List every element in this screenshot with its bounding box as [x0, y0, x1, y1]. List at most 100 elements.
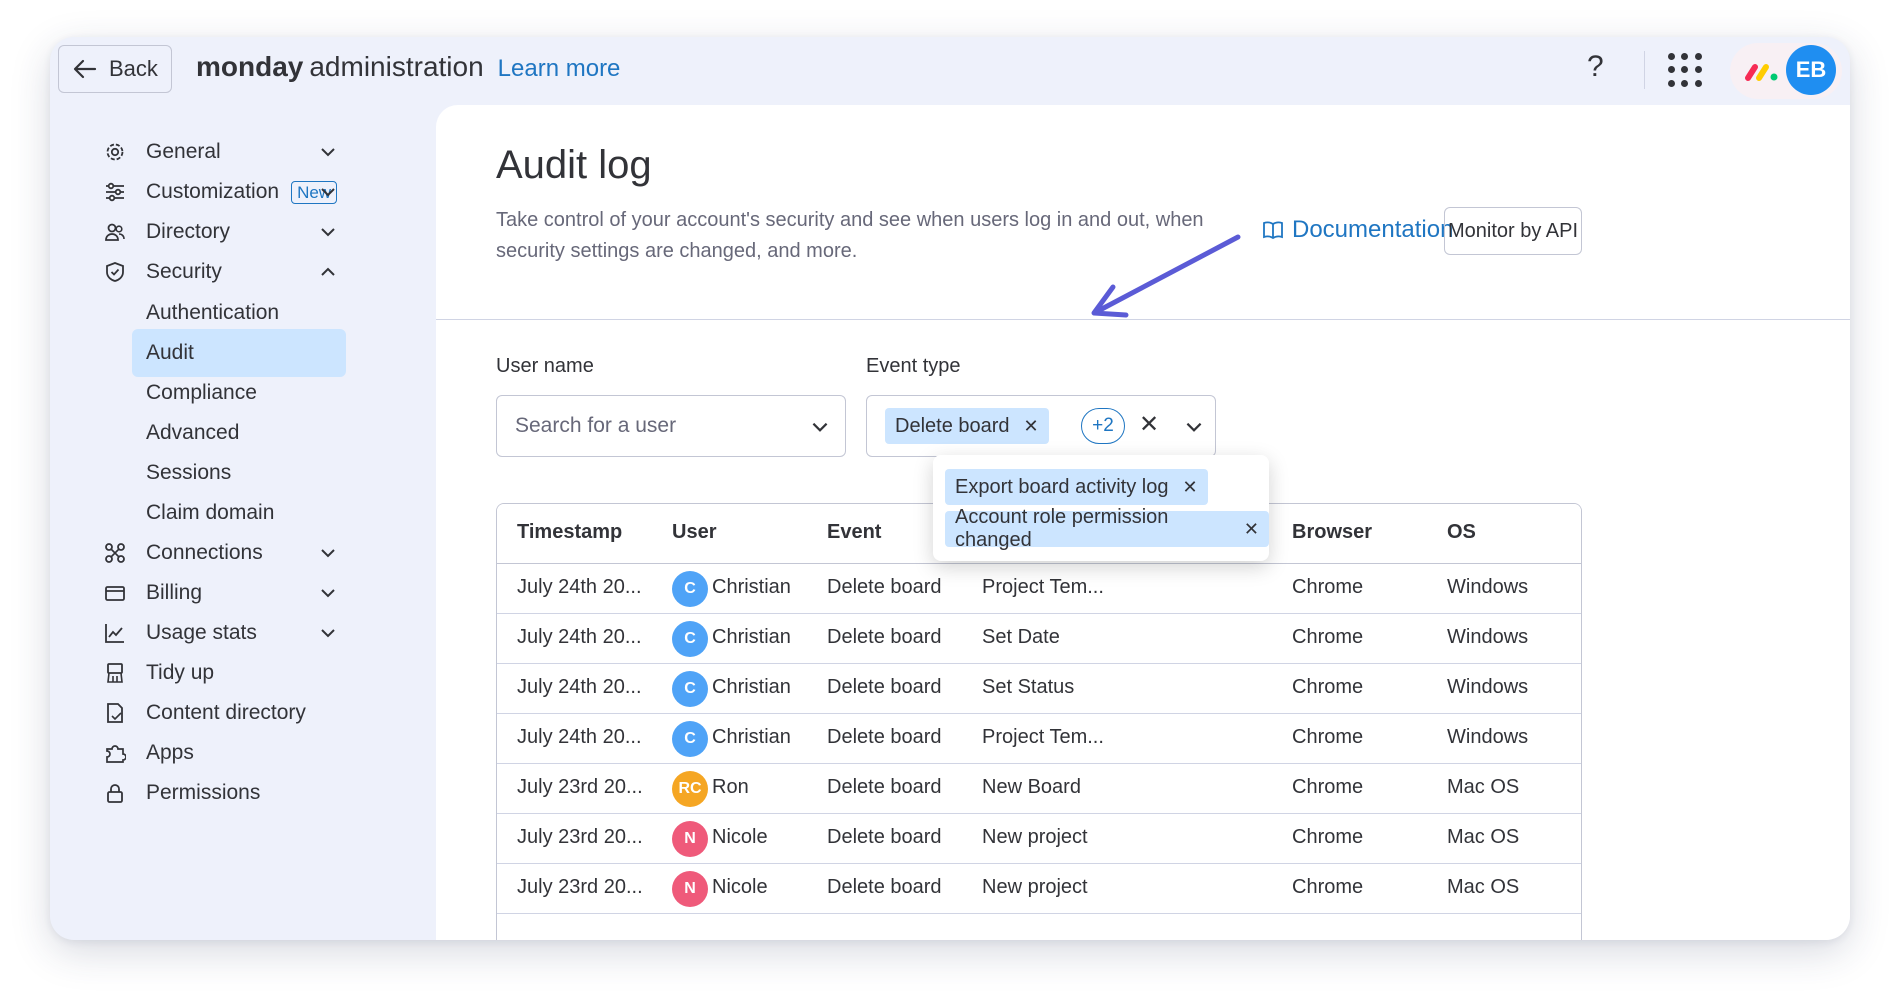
- column-header[interactable]: User: [672, 521, 716, 544]
- credit-card-icon: [105, 586, 125, 601]
- customization-label: Customization: [146, 180, 280, 203]
- event-chip-label: Delete board: [895, 414, 1010, 437]
- dropdown-chip[interactable]: Account role permission changed ✕: [945, 506, 1269, 551]
- back-label: Back: [109, 56, 158, 81]
- document-icon: [107, 703, 123, 723]
- browser-cell: Chrome: [1292, 826, 1364, 848]
- user-avatar: C: [672, 621, 708, 657]
- arrow-left-icon: [73, 59, 97, 79]
- main-panel: Audit log Take control of your account's…: [436, 105, 1850, 940]
- back-button[interactable]: Back: [58, 45, 172, 93]
- event-cell: Delete board: [827, 826, 942, 848]
- dropdown-chip[interactable]: Export board activity log ✕: [945, 469, 1208, 505]
- chevron-up-icon: [321, 267, 335, 276]
- more-chips-counter[interactable]: +2: [1081, 408, 1125, 444]
- sidebar-item-label: Apps: [146, 741, 194, 764]
- brand-title: monday administration Learn more: [196, 51, 620, 83]
- target-cell: New project: [982, 826, 1088, 848]
- browser-cell: Chrome: [1292, 876, 1364, 898]
- os-cell: Mac OS: [1447, 826, 1520, 848]
- help-icon[interactable]: ?: [1587, 50, 1604, 84]
- browser-cell: Chrome: [1292, 726, 1364, 748]
- divider: [1644, 51, 1645, 89]
- event-cell: Delete board: [827, 626, 942, 648]
- sliders-icon: [106, 182, 124, 202]
- chevron-down-icon: [812, 422, 828, 432]
- column-header[interactable]: Browser: [1292, 521, 1372, 544]
- event-cell: Delete board: [827, 776, 942, 798]
- os-cell: Windows: [1447, 676, 1529, 698]
- puzzle-icon: [106, 745, 126, 763]
- monitor-by-api-button[interactable]: Monitor by API: [1444, 207, 1582, 255]
- table-row[interactable]: July 24th 20... C Christian Delete board Pro…: [497, 564, 1581, 614]
- table-row[interactable]: July 24th 20... C Christian Delete board Set…: [497, 614, 1581, 664]
- user-avatar[interactable]: EB: [1786, 45, 1836, 95]
- column-header[interactable]: Event: [827, 521, 881, 544]
- brand-bold: monday: [196, 51, 304, 82]
- monday-logo-icon: [1745, 64, 1778, 81]
- connections-icon: [105, 543, 125, 563]
- table-row[interactable]: July 23rd 20... N Nicole Delete board New pr…: [497, 814, 1581, 864]
- target-cell: Project Tem...: [982, 576, 1104, 598]
- event-cell: Delete board: [827, 676, 942, 698]
- browser-cell: Chrome: [1292, 676, 1364, 698]
- chevron-down-icon: [321, 188, 335, 197]
- chevron-down-icon: [321, 629, 335, 638]
- event-cell: Delete board: [827, 726, 942, 748]
- target-cell: New project: [982, 876, 1088, 898]
- sidebar-item-permissions[interactable]: Permissions: [64, 770, 364, 816]
- sidebar-item-label: Customization New: [146, 180, 338, 204]
- chevron-down-icon: [321, 589, 335, 598]
- sidebar-item-label: Content directory: [146, 701, 306, 724]
- timestamp-cell: July 23rd 20...: [517, 876, 643, 898]
- sidebar-item-label: Billing: [146, 581, 203, 604]
- sidebar-item-label: General: [146, 140, 221, 163]
- learn-more-link[interactable]: Learn more: [498, 55, 621, 83]
- remove-chip-icon[interactable]: ✕: [1182, 477, 1197, 498]
- user-cell: Christian: [712, 626, 791, 648]
- remove-chip-icon[interactable]: ✕: [1244, 519, 1259, 540]
- broom-icon: [107, 663, 123, 683]
- chevron-down-icon[interactable]: [1183, 416, 1205, 438]
- clear-icon[interactable]: ✕: [1139, 410, 1159, 439]
- user-avatar: C: [672, 571, 708, 607]
- timestamp-cell: July 24th 20...: [517, 576, 642, 598]
- chevron-down-icon: [321, 148, 335, 157]
- os-cell: Windows: [1447, 626, 1529, 648]
- shield-icon: [106, 262, 124, 282]
- chart-icon: [105, 624, 124, 643]
- user-cell: Christian: [712, 676, 791, 698]
- timestamp-cell: July 24th 20...: [517, 726, 642, 748]
- sidebar-item-label: Security: [146, 260, 222, 283]
- documentation-link[interactable]: Documentation: [1262, 216, 1453, 244]
- brand-rest: administration: [309, 51, 484, 82]
- table-row[interactable]: July 23rd 20... RC Ron Delete board New Boar…: [497, 764, 1581, 814]
- table-row[interactable]: July 24th 20... C Christian Delete board Pro…: [497, 714, 1581, 764]
- documentation-label: Documentation: [1292, 216, 1454, 243]
- top-bar: Back monday administration Learn more ? …: [50, 37, 1850, 105]
- target-cell: Project Tem...: [982, 726, 1104, 748]
- target-cell: New Board: [982, 776, 1081, 798]
- page: { "topbar": { "back_label": "Back", "bra…: [0, 0, 1899, 1005]
- timestamp-cell: July 23rd 20...: [517, 776, 643, 798]
- os-cell: Mac OS: [1447, 776, 1520, 798]
- book-icon: [1263, 221, 1283, 240]
- column-header[interactable]: Timestamp: [517, 521, 622, 544]
- column-header[interactable]: OS: [1447, 521, 1476, 544]
- user-search-placeholder: Search for a user: [515, 414, 677, 437]
- timestamp-cell: July 23rd 20...: [517, 826, 643, 848]
- user-avatar: C: [672, 671, 708, 707]
- os-cell: Mac OS: [1447, 876, 1520, 898]
- table-row[interactable]: July 24th 20... C Christian Delete board Set…: [497, 664, 1581, 714]
- lock-icon: [107, 784, 123, 803]
- timestamp-cell: July 24th 20...: [517, 676, 642, 698]
- dropdown-chip-label: Export board activity log: [955, 475, 1169, 498]
- gear-icon: [106, 143, 124, 161]
- app-window: Back monday administration Learn more ? …: [50, 37, 1850, 940]
- table-row[interactable]: July 23rd 20... N Nicole Delete board New pr…: [497, 864, 1581, 914]
- event-type-dropdown: Export board activity log ✕ Account role…: [933, 455, 1269, 561]
- browser-cell: Chrome: [1292, 626, 1364, 648]
- remove-chip-icon[interactable]: ✕: [1024, 416, 1039, 437]
- chevron-down-icon: [321, 228, 335, 237]
- apps-grid-icon[interactable]: [1668, 53, 1702, 87]
